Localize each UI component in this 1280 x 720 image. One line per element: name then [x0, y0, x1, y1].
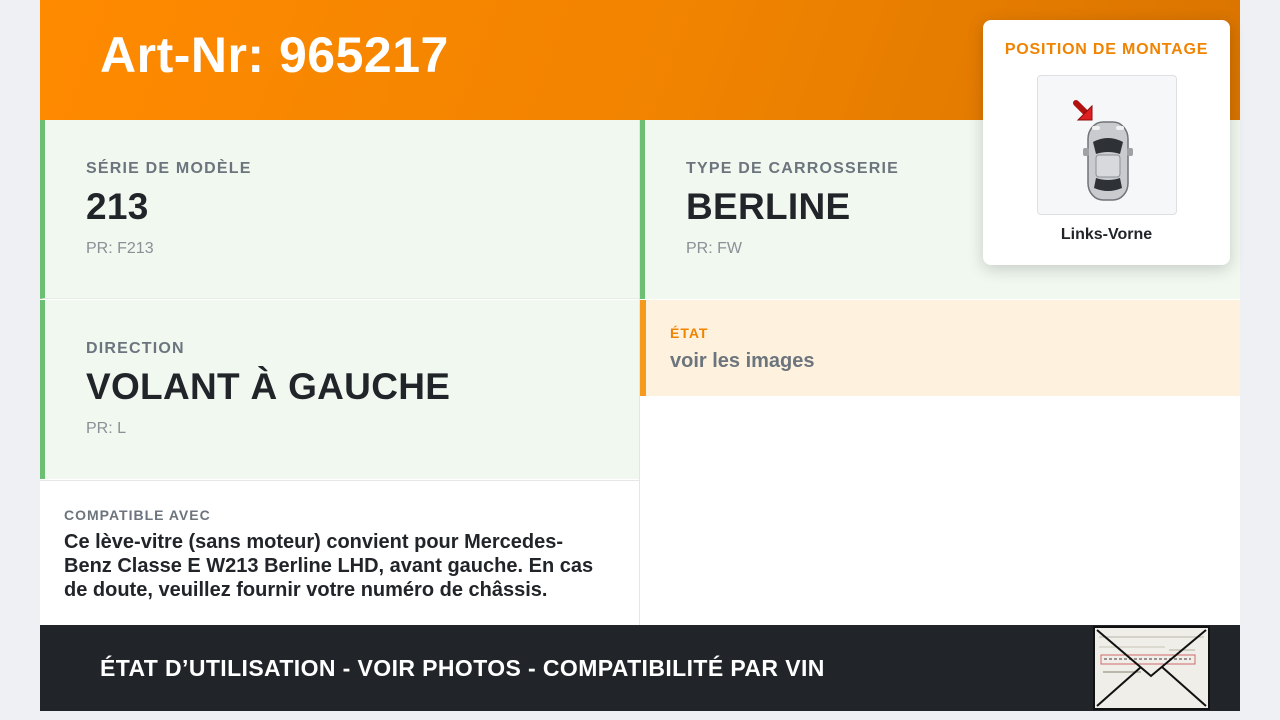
car-diagram	[1073, 100, 1133, 201]
steering-value: VOLANT À GAUCHE	[86, 366, 451, 407]
model-series-code: PR: F213	[86, 240, 154, 257]
article-number-title: Art-Nr: 965217	[100, 27, 449, 83]
envelope-icon[interactable]	[1093, 626, 1210, 710]
footer-bar: ÉTAT D’UTILISATION - VOIR PHOTOS - COMPA…	[40, 625, 1240, 711]
body-type-value: BERLINE	[686, 186, 851, 227]
compatibility-label: COMPATIBLE AVEC	[64, 507, 211, 523]
body-type-code: PR: FW	[686, 240, 742, 257]
steering-label: DIRECTION	[86, 340, 185, 357]
model-series-label: SÉRIE DE MODÈLE	[86, 160, 252, 177]
steering-cell: DIRECTION VOLANT À GAUCHE PR: L	[40, 300, 639, 479]
footer-text: ÉTAT D’UTILISATION - VOIR PHOTOS - COMPA…	[100, 655, 825, 681]
compatibility-text: Ce lève-vitre (sans moteur) convient pou…	[64, 531, 594, 601]
mounting-position-value: Links-Vorne	[1060, 226, 1153, 243]
condition-label: ÉTAT	[670, 325, 709, 341]
compatibility-section: COMPATIBLE AVEC Ce lève-vitre (sans mote…	[40, 480, 639, 625]
steering-code: PR: L	[86, 420, 127, 437]
mounting-position-card: POSITION DE MONTAGE Links-Vorne	[983, 20, 1230, 265]
model-series-cell: SÉRIE DE MODÈLE 213 PR: F213	[40, 120, 639, 299]
car-top-view-icon	[1037, 75, 1177, 215]
condition-cell: ÉTAT voir les images	[640, 300, 1240, 396]
envelope-graphic	[1095, 628, 1208, 708]
body-type-label: TYPE DE CARROSSERIE	[686, 160, 900, 177]
mounting-position-title: POSITION DE MONTAGE	[1004, 41, 1209, 58]
model-series-value: 213	[86, 186, 149, 227]
position-arrow-icon	[1073, 100, 1093, 121]
condition-value: voir les images	[670, 350, 815, 372]
